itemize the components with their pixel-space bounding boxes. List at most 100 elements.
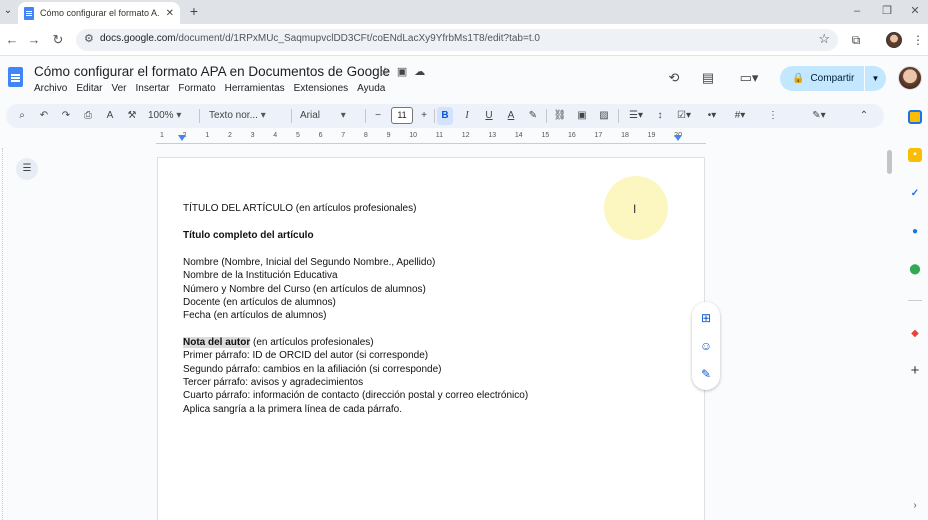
bulleted-list-icon[interactable]: •▾: [700, 107, 724, 125]
menu-ayuda[interactable]: Ayuda: [357, 83, 385, 94]
contacts-icon[interactable]: ●: [908, 225, 922, 239]
docs-header: Cómo configurar el formato APA en Docume…: [0, 57, 928, 103]
menu-editar[interactable]: Editar: [76, 83, 102, 94]
decrease-font-icon[interactable]: −: [371, 107, 385, 125]
doc-line-paragraph-1[interactable]: Primer párrafo: ID de ORCID del autor (s…: [183, 350, 428, 361]
doc-line-indent-note[interactable]: Aplica sangría a la primera línea de cad…: [183, 404, 402, 415]
cloud-status-icon[interactable]: ☁: [414, 65, 425, 78]
doc-line-author-note[interactable]: Nota del autor (en artículos profesional…: [183, 337, 374, 348]
url-input[interactable]: ⚙ docs.google.com/document/d/1RPxMUc_Saq…: [76, 29, 838, 51]
checklist-icon[interactable]: ☑▾: [672, 107, 696, 125]
vertical-scrollbar[interactable]: [887, 150, 892, 174]
align-icon[interactable]: ☰▾: [624, 107, 648, 125]
back-icon[interactable]: ←: [2, 30, 22, 50]
undo-icon[interactable]: ↶: [36, 107, 52, 125]
doc-line-paragraph-2[interactable]: Segundo párrafo: cambios en la afiliació…: [183, 364, 441, 375]
tab-close-icon[interactable]: ✕: [166, 8, 174, 19]
menu-ver[interactable]: Ver: [111, 83, 126, 94]
print-icon[interactable]: ⎙: [80, 107, 96, 125]
suggest-edits-icon[interactable]: ✎: [696, 364, 716, 384]
menu-extensiones[interactable]: Extensiones: [294, 83, 348, 94]
insert-image-icon[interactable]: ▨: [596, 107, 612, 125]
star-icon[interactable]: ☆: [380, 65, 390, 78]
document-title[interactable]: Cómo configurar el formato APA en Docume…: [34, 64, 390, 79]
horizontal-ruler[interactable]: 1 2 1 2 3 4 5 6 7 8 9 10 11 12 13 14 15 16 17 18 19 20: [156, 132, 706, 144]
redo-icon[interactable]: ↷: [58, 107, 74, 125]
addon-icon[interactable]: ◆: [908, 327, 922, 341]
search-menus-icon[interactable]: ⌕: [14, 107, 30, 125]
new-tab-button[interactable]: +: [186, 2, 202, 20]
doc-line-full-title[interactable]: Título completo del artículo: [183, 230, 314, 241]
more-options-icon[interactable]: ⋮: [768, 107, 778, 125]
font-select[interactable]: Arial ▾: [300, 107, 360, 125]
text-color-icon[interactable]: A: [503, 107, 519, 125]
get-addons-icon[interactable]: +: [908, 363, 922, 378]
title-icons: ☆ ▣ ☁: [380, 65, 425, 78]
editing-mode-icon[interactable]: ✎▾: [806, 107, 832, 125]
version-history-icon[interactable]: ⟲: [664, 69, 684, 87]
font-size-input[interactable]: 11: [391, 107, 413, 124]
insert-link-icon[interactable]: ⛓: [552, 107, 568, 125]
docs-favicon-icon: [24, 6, 34, 20]
add-comment-float-icon[interactable]: ⊞: [696, 308, 716, 328]
tasks-icon[interactable]: ✓: [908, 187, 922, 201]
account-avatar[interactable]: [898, 66, 922, 90]
doc-line-teacher[interactable]: Docente (en artículos de alumnos): [183, 297, 336, 308]
forward-icon[interactable]: →: [24, 30, 44, 50]
paragraph-style-select[interactable]: Texto nor... ▾: [209, 107, 285, 125]
extensions-icon[interactable]: ⧉: [846, 30, 866, 50]
minimize-button[interactable]: –: [842, 0, 872, 24]
meet-icon[interactable]: ▭▾: [734, 69, 764, 87]
browser-profile-avatar[interactable]: [886, 32, 902, 48]
doc-line-paragraph-3[interactable]: Tercer párrafo: avisos y agradecimientos: [183, 377, 363, 388]
comments-icon[interactable]: ▤: [698, 69, 718, 87]
doc-line-course[interactable]: Número y Nombre del Curso (en artículos …: [183, 284, 426, 295]
ruler-label: 8: [363, 132, 368, 139]
emoji-reaction-icon[interactable]: ☺: [696, 336, 716, 356]
site-info-icon[interactable]: ⚙: [84, 32, 94, 45]
share-button[interactable]: 🔒 Compartir ▼: [780, 66, 886, 91]
right-indent-marker[interactable]: [674, 135, 682, 141]
close-window-button[interactable]: ✕: [900, 0, 928, 24]
underline-button[interactable]: U: [481, 107, 497, 125]
doc-line-author-name[interactable]: Nombre (Nombre, Inicial del Segundo Nomb…: [183, 257, 435, 268]
add-comment-icon[interactable]: ▣: [574, 107, 590, 125]
menu-archivo[interactable]: Archivo: [34, 83, 67, 94]
bookmark-star-icon[interactable]: ☆: [818, 31, 830, 47]
browser-menu-icon[interactable]: ⋮: [908, 30, 928, 50]
keep-icon[interactable]: ▪: [908, 148, 922, 162]
document-outline-icon[interactable]: ☰: [16, 158, 38, 180]
italic-button[interactable]: I: [459, 107, 475, 125]
tab-search-icon[interactable]: ⌄: [0, 0, 16, 24]
side-panel-divider: [908, 300, 922, 301]
menu-formato[interactable]: Formato: [178, 83, 215, 94]
docs-logo-icon[interactable]: [8, 67, 23, 87]
paint-format-icon[interactable]: ⚒: [124, 107, 140, 125]
increase-font-icon[interactable]: +: [417, 107, 431, 125]
maps-icon[interactable]: ⬤: [908, 263, 922, 277]
browser-tab-active[interactable]: Cómo configurar el formato A... ✕: [18, 2, 180, 24]
doc-line-paragraph-4[interactable]: Cuarto párrafo: información de contacto …: [183, 390, 528, 401]
selected-text[interactable]: Nota del autor: [183, 337, 251, 348]
ruler-label: 5: [295, 132, 300, 139]
spellcheck-icon[interactable]: A: [102, 107, 118, 125]
reload-icon[interactable]: ↻: [48, 30, 68, 50]
share-dropdown-icon[interactable]: ▼: [864, 66, 886, 91]
highlight-color-icon[interactable]: ✎: [525, 107, 541, 125]
doc-line-date[interactable]: Fecha (en artículos de alumnos): [183, 310, 326, 321]
show-side-panel-icon[interactable]: ›: [908, 499, 922, 513]
line-spacing-icon[interactable]: ↕: [652, 107, 668, 125]
menu-herramientas[interactable]: Herramientas: [225, 83, 285, 94]
calendar-icon[interactable]: [908, 110, 922, 124]
left-indent-marker[interactable]: [178, 135, 186, 141]
menu-insertar[interactable]: Insertar: [136, 83, 170, 94]
collapse-menus-icon[interactable]: ⌃: [856, 107, 872, 125]
move-folder-icon[interactable]: ▣: [397, 65, 407, 78]
restore-button[interactable]: ❐: [872, 0, 902, 24]
toolbar-divider: [546, 109, 547, 123]
numbered-list-icon[interactable]: #▾: [728, 107, 752, 125]
zoom-select[interactable]: 100% ▾: [148, 107, 194, 125]
doc-line-institution[interactable]: Nombre de la Institución Educativa: [183, 270, 338, 281]
doc-line-title-caps[interactable]: TÍTULO DEL ARTÍCULO (en artículos profes…: [183, 203, 416, 214]
bold-button[interactable]: B: [437, 107, 453, 125]
